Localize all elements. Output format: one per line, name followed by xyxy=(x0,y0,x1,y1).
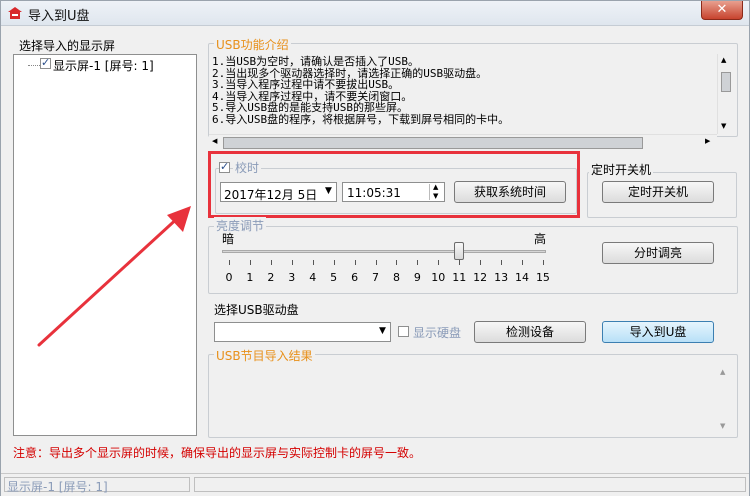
scroll-up-icon[interactable]: ▲ xyxy=(720,368,725,376)
intro-vertical-scrollbar[interactable]: ▲ ▼ xyxy=(717,54,733,134)
timed-brightness-button[interactable]: 分时调亮 xyxy=(602,242,714,264)
scroll-down-icon[interactable]: ▼ xyxy=(720,422,725,430)
scroll-thumb[interactable] xyxy=(721,72,731,92)
highlight-box xyxy=(208,151,580,218)
slider-tick-label: 1 xyxy=(246,271,254,284)
status-text: 显示屏-1 [屏号: 1] xyxy=(7,480,108,494)
slider-tick-label: 3 xyxy=(288,271,296,284)
status-cell-empty xyxy=(194,477,746,492)
intro-line: 5.导入USB盘的是能支持USB的那些屏。 xyxy=(212,101,408,114)
window-title: 导入到U盘 xyxy=(28,9,90,24)
chevron-down-icon[interactable]: ▼ xyxy=(379,326,386,336)
slider-tick xyxy=(522,260,524,265)
title-bar: 导入到U盘 ✕ xyxy=(1,1,749,26)
import-usb-button[interactable]: 导入到U盘 xyxy=(602,321,714,343)
result-vertical-scrollbar[interactable]: ▲ ▼ xyxy=(717,364,733,434)
slider-tick xyxy=(480,260,482,265)
close-button[interactable]: ✕ xyxy=(701,1,743,20)
slider-tick-label: 12 xyxy=(473,271,488,284)
scheduled-power-button[interactable]: 定时开关机 xyxy=(602,181,714,203)
slider-tick-label: 4 xyxy=(309,271,317,284)
slider-tick-label: 11 xyxy=(452,271,467,284)
scroll-down-icon[interactable]: ▼ xyxy=(721,122,726,130)
brightness-high-label: 高 xyxy=(534,232,547,246)
intro-line: 6.导入USB盘的程序，将根据屏号，下载到屏号相同的卡中。 xyxy=(212,112,510,126)
slider-tick-label: 9 xyxy=(413,271,421,284)
slider-tick xyxy=(417,260,419,265)
slider-tick xyxy=(375,260,377,265)
slider-tick-label: 8 xyxy=(392,271,400,284)
slider-tick-label: 0 xyxy=(225,271,233,284)
result-label: USB节目导入结果 xyxy=(214,347,315,364)
slider-tick xyxy=(333,260,335,265)
slider-tick xyxy=(354,260,356,265)
usb-intro-label: USB功能介绍 xyxy=(214,36,291,53)
intro-horizontal-scrollbar[interactable]: ◀ ▶ xyxy=(209,134,717,150)
intro-line: 1.当USB为空时，请确认是否插入了USB。 xyxy=(212,55,419,68)
show-disk-label[interactable]: 显示硬盘 xyxy=(413,324,461,341)
detect-device-button[interactable]: 检测设备 xyxy=(474,321,586,343)
usb-drive-label: 选择USB驱动盘 xyxy=(214,303,299,317)
slider-tick-label: 5 xyxy=(330,271,338,284)
slider-tick-label: 15 xyxy=(535,271,550,284)
usb-intro-text: 1.当USB为空时，请确认是否插入了USB。 2.当出现多个驱动器选择时，请选择… xyxy=(212,56,712,125)
brightness-low-label: 暗 xyxy=(222,232,235,246)
scroll-up-icon[interactable]: ▲ xyxy=(721,56,726,64)
warning-note: 注意：导出多个显示屏的时候，确保导出的显示屏与实际控制卡的屏号一致。 xyxy=(13,446,422,460)
slider-tick xyxy=(459,260,461,265)
slider-tick-label: 6 xyxy=(351,271,359,284)
scroll-right-icon[interactable]: ▶ xyxy=(705,137,710,145)
brightness-slider-track[interactable] xyxy=(222,250,546,253)
tree-line xyxy=(28,65,40,66)
power-group-label: 定时开关机 xyxy=(589,161,654,178)
slider-tick xyxy=(501,260,503,265)
show-disk-checkbox[interactable] xyxy=(398,326,409,337)
usb-drive-select[interactable]: ▼ xyxy=(214,322,391,342)
slider-tick xyxy=(542,260,544,265)
status-bar: 显示屏-1 [屏号: 1] xyxy=(1,473,749,496)
slider-tick-label: 2 xyxy=(267,271,275,284)
slider-tick xyxy=(229,260,230,265)
slider-tick xyxy=(312,260,314,265)
slider-tick xyxy=(291,260,293,265)
annotation-arrow-icon xyxy=(37,206,191,347)
status-cell: 显示屏-1 [屏号: 1] xyxy=(4,477,190,494)
slider-tick-label: 13 xyxy=(494,271,509,284)
slider-tick xyxy=(270,260,272,265)
screen-panel-label: 选择导入的显示屏 xyxy=(19,39,116,53)
slider-tick xyxy=(438,260,440,265)
screen-1-label[interactable]: 显示屏-1 [屏号: 1] xyxy=(53,57,154,74)
scroll-thumb[interactable] xyxy=(223,137,643,149)
slider-tick-label: 14 xyxy=(515,271,530,284)
slider-tick xyxy=(249,260,251,265)
import-usb-window: 导入到U盘 ✕ 选择导入的显示屏 显示屏-1 [屏号: 1] USB功能介绍 1… xyxy=(0,0,750,496)
scroll-left-icon[interactable]: ◀ xyxy=(212,137,217,145)
intro-line: 3.当导入程序过程中请不要拔出USB。 xyxy=(212,78,400,91)
screen-1-checkbox[interactable] xyxy=(40,56,51,69)
app-icon xyxy=(8,7,22,19)
result-group xyxy=(208,354,738,438)
brightness-slider-thumb[interactable] xyxy=(454,242,465,260)
slider-tick-label: 10 xyxy=(431,271,446,284)
slider-tick-label: 7 xyxy=(372,271,379,284)
slider-tick xyxy=(396,260,398,265)
